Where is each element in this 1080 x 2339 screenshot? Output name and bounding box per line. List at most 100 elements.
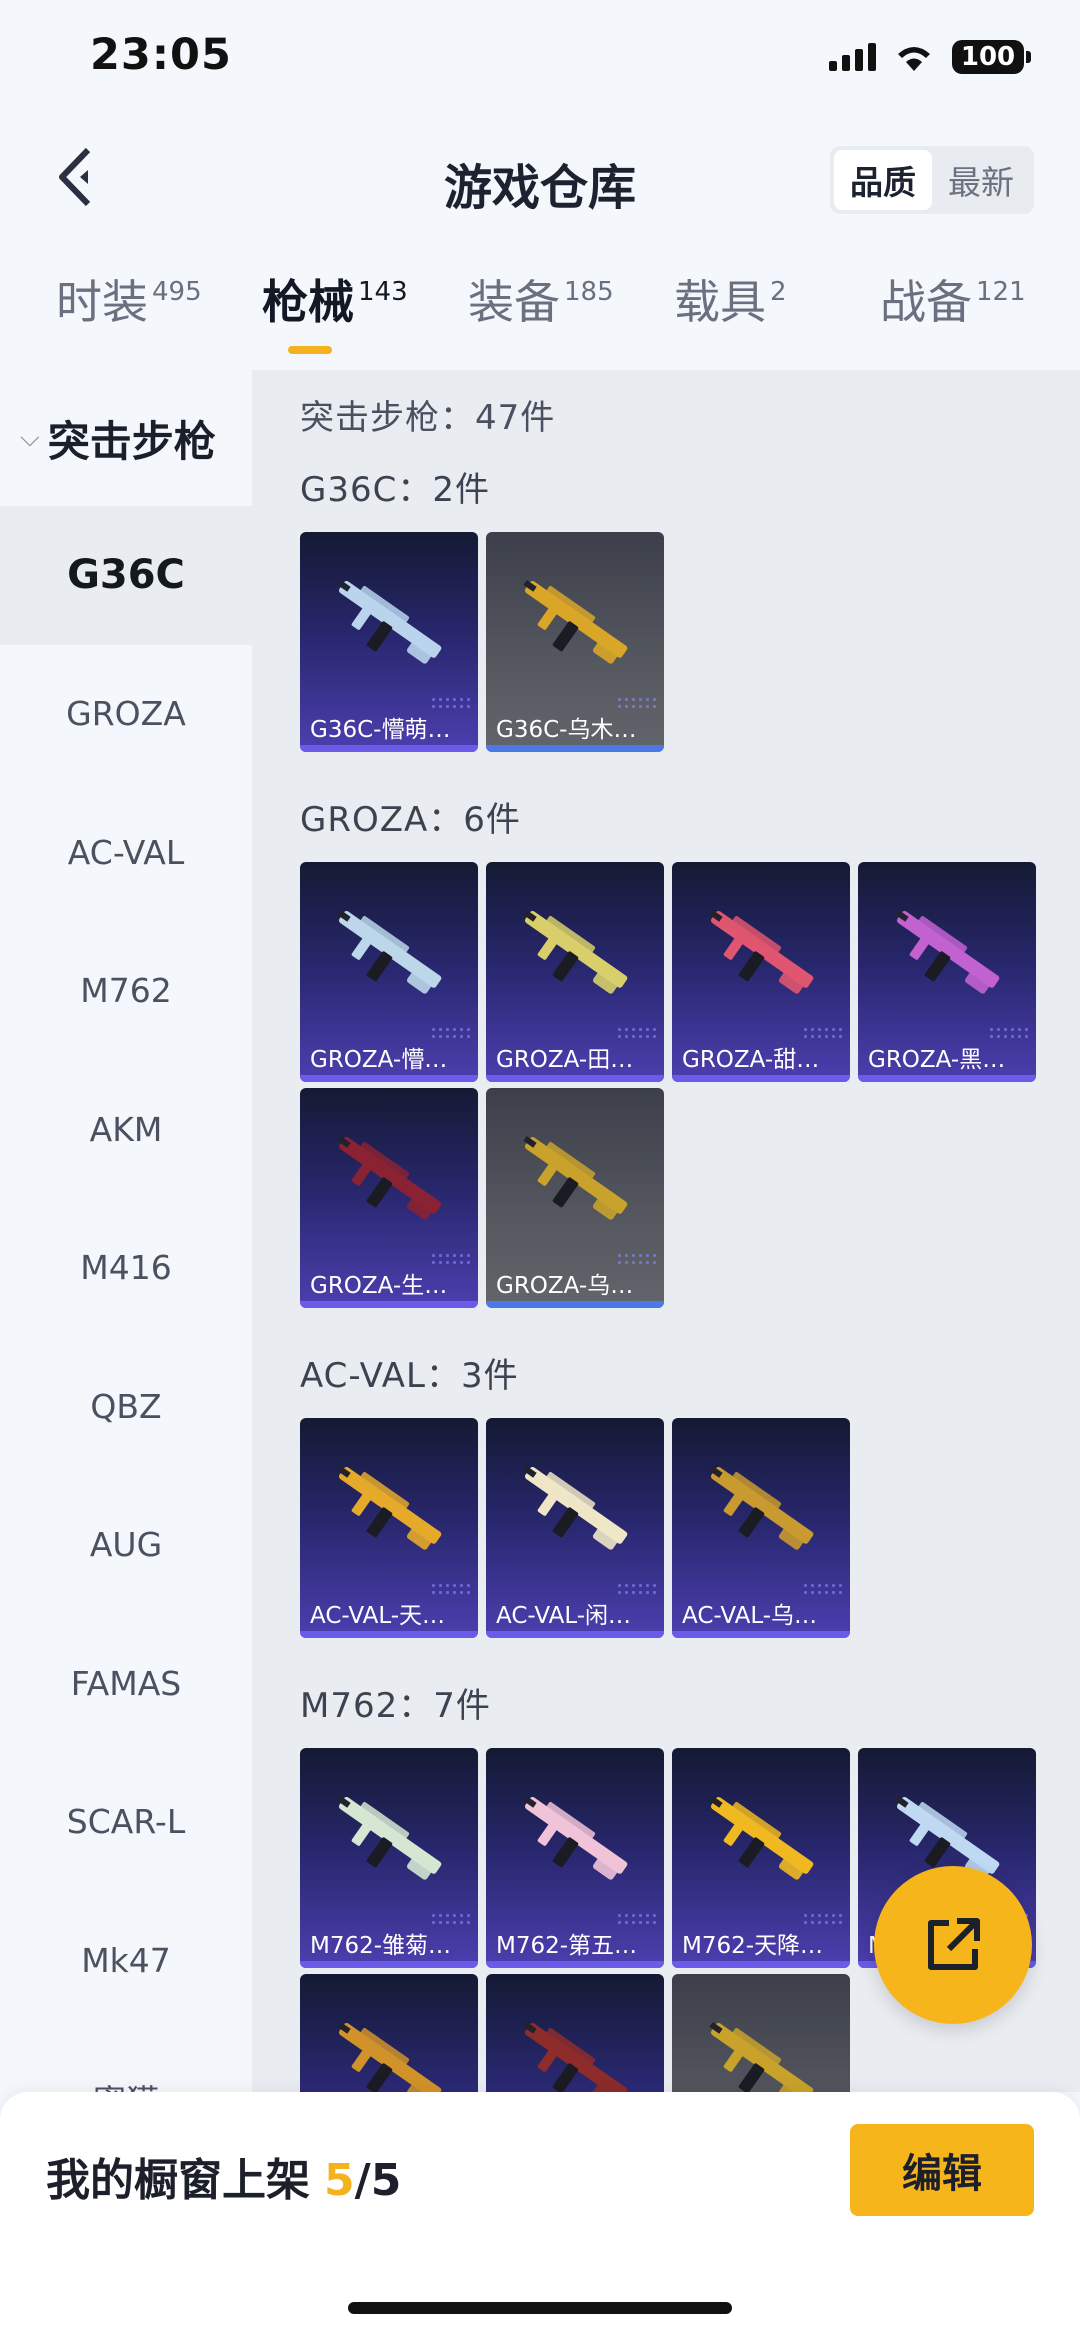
weapon-skin-name: GROZA-乌… xyxy=(496,1273,634,1299)
rifle-icon xyxy=(523,1465,628,1550)
rifle-icon xyxy=(523,1135,628,1220)
rifle-icon xyxy=(523,1795,628,1880)
active-tab-indicator xyxy=(288,346,332,354)
status-icons: 100 xyxy=(829,40,1031,74)
sort-option-latest[interactable]: 最新 xyxy=(932,150,1030,210)
weapon-group-title: M762：7件 xyxy=(300,1686,491,1726)
sort-toggle: 品质 最新 xyxy=(830,146,1034,214)
sort-option-quality[interactable]: 品质 xyxy=(834,150,932,210)
tab-label: 时装 xyxy=(56,275,148,329)
tab-guns[interactable]: 枪械 143 xyxy=(262,266,408,366)
card-quality-bar xyxy=(486,1961,664,1968)
tab-count: 495 xyxy=(152,277,202,307)
signal-icon xyxy=(829,43,876,71)
decorative-dots xyxy=(988,1026,1028,1040)
card-quality-bar xyxy=(300,1075,478,1082)
weapon-skin-card[interactable]: G36C-懵萌… xyxy=(300,532,478,752)
card-quality-bar xyxy=(486,1301,664,1308)
weapon-skin-name: M762-雏菊… xyxy=(310,1933,452,1959)
decorative-dots xyxy=(430,696,470,710)
rifle-icon xyxy=(337,909,442,994)
sidebar-item[interactable]: G36C xyxy=(0,506,252,645)
home-indicator xyxy=(348,2302,732,2314)
tab-equipment[interactable]: 装备 185 xyxy=(468,266,614,366)
sidebar-list: G36C GROZA AC-VAL M762 AKM M416 QBZ AUG FAMAS SCA… xyxy=(0,506,252,2092)
decorative-dots xyxy=(616,1026,656,1040)
weapon-skin-card[interactable]: M762-雏菊… xyxy=(300,1748,478,1968)
edit-button[interactable]: 编辑 xyxy=(850,2124,1034,2216)
rifle-icon xyxy=(337,1795,442,1880)
tab-count: 185 xyxy=(564,277,614,307)
sidebar-item[interactable]: SCAR-L xyxy=(0,1753,252,1892)
weapon-skin-name: AC-VAL-闲… xyxy=(496,1603,632,1629)
weapon-skin-name: GROZA-生… xyxy=(310,1273,448,1299)
share-fab[interactable] xyxy=(874,1866,1032,2024)
tab-count: 121 xyxy=(976,277,1026,307)
weapon-skin-name: M762-天降… xyxy=(682,1933,824,1959)
weapon-skin-card[interactable]: GROZA-懵… xyxy=(300,862,478,1082)
showcase-total: 5 xyxy=(370,2155,402,2206)
sidebar-item[interactable]: GROZA xyxy=(0,645,252,784)
header: 游戏仓库 品质 最新 xyxy=(0,118,1080,238)
tab-outfits[interactable]: 时装 495 xyxy=(56,266,202,366)
weapon-skin-name: G36C-乌木… xyxy=(496,717,637,743)
weapon-skin-card[interactable]: GROZA-乌… xyxy=(486,1088,664,1308)
card-quality-bar xyxy=(672,1961,850,1968)
weapon-skin-card[interactable]: GROZA-生… xyxy=(300,1088,478,1308)
decorative-dots xyxy=(802,1582,842,1596)
decorative-dots xyxy=(430,1582,470,1596)
sidebar-item[interactable]: FAMAS xyxy=(0,1614,252,1753)
external-share-icon xyxy=(928,1918,980,1970)
weapon-skin-name: AC-VAL-乌… xyxy=(682,1603,818,1629)
decorative-dots xyxy=(616,1252,656,1266)
sidebar-item[interactable]: QBZ xyxy=(0,1337,252,1476)
rifle-icon xyxy=(523,2021,628,2092)
showcase-label: 我的橱窗上架 5/5 xyxy=(46,2144,401,2208)
decorative-dots xyxy=(616,1582,656,1596)
weapon-skin-name: G36C-懵萌… xyxy=(310,717,451,743)
rifle-icon xyxy=(709,1795,814,1880)
tab-gear[interactable]: 战备 121 xyxy=(880,266,1026,366)
sidebar-group-assault-rifles[interactable]: ⌵ 突击步枪 xyxy=(0,370,252,506)
weapon-skin-card[interactable]: GROZA-田… xyxy=(486,862,664,1082)
status-bar: 23:05 100 xyxy=(0,0,1080,118)
rifle-icon xyxy=(709,2021,814,2092)
weapon-skin-card[interactable] xyxy=(672,1974,850,2092)
category-count-title: 突击步枪：47件 xyxy=(300,398,556,438)
card-quality-bar xyxy=(486,1631,664,1638)
showcase-separator: / xyxy=(354,2155,371,2206)
card-quality-bar xyxy=(300,1301,478,1308)
rifle-icon xyxy=(337,1465,442,1550)
tab-label: 枪械 xyxy=(262,275,354,329)
card-quality-bar xyxy=(672,1631,850,1638)
chevron-down-icon: ⌵ xyxy=(20,422,40,453)
weapon-group-title: AC-VAL：3件 xyxy=(300,1356,519,1396)
wifi-icon xyxy=(898,47,930,71)
weapon-skin-card[interactable]: GROZA-甜… xyxy=(672,862,850,1082)
sidebar-item[interactable]: AKM xyxy=(0,1060,252,1199)
weapon-grid-panel: 突击步枪：47件 G36C：2件 G36C-懵萌… G36C-乌木… GROZA：6件… xyxy=(252,370,1080,2092)
sidebar-item[interactable]: M762 xyxy=(0,922,252,1061)
weapon-skin-card[interactable] xyxy=(300,1974,478,2092)
sidebar-item[interactable]: 蜜獾 xyxy=(0,2030,252,2092)
weapon-skin-card[interactable]: AC-VAL-乌… xyxy=(672,1418,850,1638)
decorative-dots xyxy=(616,1912,656,1926)
tab-vehicles[interactable]: 载具 2 xyxy=(674,266,787,366)
weapon-skin-card[interactable] xyxy=(486,1974,664,2092)
sidebar-item[interactable]: AC-VAL xyxy=(0,783,252,922)
sidebar-item[interactable]: AUG xyxy=(0,1476,252,1615)
weapon-skin-card[interactable]: AC-VAL-闲… xyxy=(486,1418,664,1638)
weapon-skin-card[interactable]: GROZA-黑… xyxy=(858,862,1036,1082)
weapon-skin-card[interactable]: G36C-乌木… xyxy=(486,532,664,752)
rifle-icon xyxy=(523,909,628,994)
status-time: 23:05 xyxy=(90,30,232,80)
sidebar-item[interactable]: Mk47 xyxy=(0,1891,252,2030)
weapon-skin-card[interactable]: M762-天降… xyxy=(672,1748,850,1968)
tab-label: 装备 xyxy=(468,275,560,329)
battery-icon: 100 xyxy=(952,40,1031,74)
weapon-skin-card[interactable]: M762-第五… xyxy=(486,1748,664,1968)
weapon-skin-card[interactable]: AC-VAL-天… xyxy=(300,1418,478,1638)
weapon-skin-name: M762-第五… xyxy=(496,1933,638,1959)
showcase-count: 5 xyxy=(324,2155,355,2206)
sidebar-item[interactable]: M416 xyxy=(0,1199,252,1338)
